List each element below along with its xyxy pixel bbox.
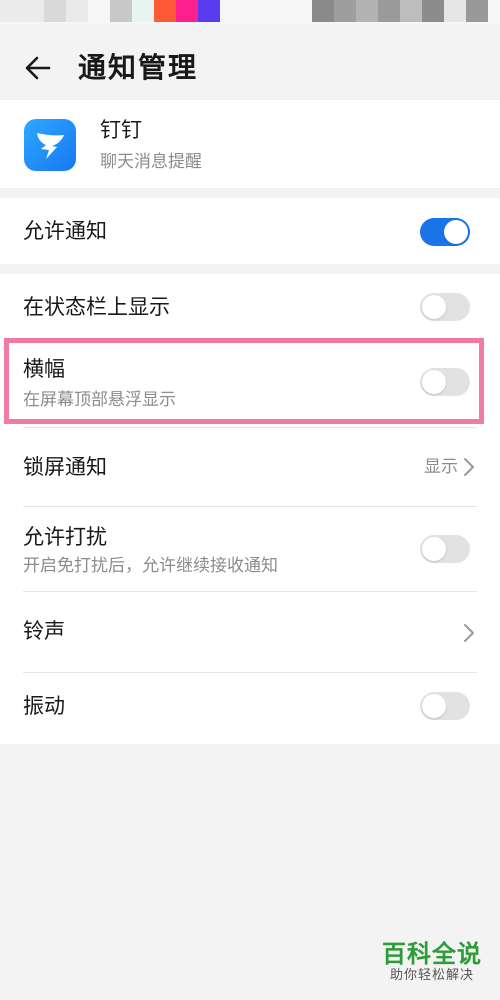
status-bar-pixel [312, 0, 334, 22]
status-bar-pixel [444, 0, 466, 22]
toggle-knob [422, 370, 446, 394]
vibration-row[interactable]: 振动 [0, 673, 500, 743]
status-bar-pixel [378, 0, 400, 22]
allow-notifications-label: 允许通知 [23, 219, 107, 243]
allow-notifications-group: 允许通知 [0, 198, 500, 264]
allow-disturb-toggle[interactable] [420, 535, 470, 563]
status-bar-pixel [176, 0, 198, 22]
status-bar [0, 0, 500, 24]
banner-row[interactable]: 横幅 在屏幕顶部悬浮显示 [0, 341, 500, 427]
status-bar-pixel [198, 0, 220, 22]
app-bar: 通知管理 [0, 36, 500, 100]
status-bar-pixel [334, 0, 356, 22]
ringtone-label: 铃声 [23, 619, 65, 643]
toggle-knob [422, 694, 446, 718]
watermark-title: 百科全说 [382, 940, 482, 968]
banner-description: 在屏幕顶部悬浮显示 [23, 390, 176, 410]
notification-settings-page: 通知管理 钉钉 聊天消息提醒 允许通知 在状态栏上显示 横幅 在屏幕顶部悬浮显示… [0, 0, 500, 1000]
allow-disturb-label: 允许打扰 [23, 525, 107, 549]
status-bar-pixel [44, 0, 66, 22]
status-bar-pixel [154, 0, 176, 22]
vibration-label: 振动 [23, 694, 65, 718]
chevron-right-icon [464, 624, 474, 642]
ringtone-row[interactable]: 铃声 [0, 592, 500, 672]
arrow-left-icon[interactable] [22, 52, 54, 84]
watermark: 百科全说 助你轻松解决 [382, 940, 482, 984]
app-info-card: 钉钉 聊天消息提醒 [0, 100, 500, 188]
allow-notifications-toggle[interactable] [420, 218, 470, 246]
toggle-knob [422, 537, 446, 561]
toggle-knob [422, 295, 446, 319]
vibration-toggle[interactable] [420, 692, 470, 720]
lock-screen-value: 显示 [424, 457, 458, 477]
status-bar-display-toggle[interactable] [420, 293, 470, 321]
page-title: 通知管理 [78, 51, 199, 84]
toggle-knob [444, 220, 468, 244]
banner-label: 横幅 [23, 357, 65, 381]
status-bar-display-label: 在状态栏上显示 [23, 295, 170, 319]
lock-screen-label: 锁屏通知 [23, 455, 107, 479]
status-bar-pixel [356, 0, 378, 22]
status-bar-pixel [0, 0, 44, 22]
status-bar-pixel [466, 0, 488, 22]
status-bar-pixel [400, 0, 422, 22]
status-bar-pixel [422, 0, 444, 22]
watermark-subtitle: 助你轻松解决 [389, 968, 474, 983]
allow-disturb-row[interactable]: 允许打扰 开启免打扰后，允许继续接收通知 [0, 507, 500, 591]
allow-notifications-row[interactable]: 允许通知 [0, 198, 500, 264]
status-bar-pixel [132, 0, 154, 22]
notification-options-group: 在状态栏上显示 横幅 在屏幕顶部悬浮显示 锁屏通知 显示 允许打扰 开启免打扰后… [0, 274, 500, 744]
banner-toggle[interactable] [420, 368, 470, 396]
status-bar-display-row[interactable]: 在状态栏上显示 [0, 274, 500, 340]
app-description: 聊天消息提醒 [100, 152, 202, 172]
lock-screen-row[interactable]: 锁屏通知 显示 [0, 428, 500, 506]
status-bar-pixel [66, 0, 88, 22]
dingtalk-logo-icon [24, 119, 76, 171]
allow-disturb-description: 开启免打扰后，允许继续接收通知 [23, 556, 278, 576]
chevron-right-icon [464, 458, 474, 476]
app-name: 钉钉 [100, 118, 142, 142]
status-bar-pixel [110, 0, 132, 22]
